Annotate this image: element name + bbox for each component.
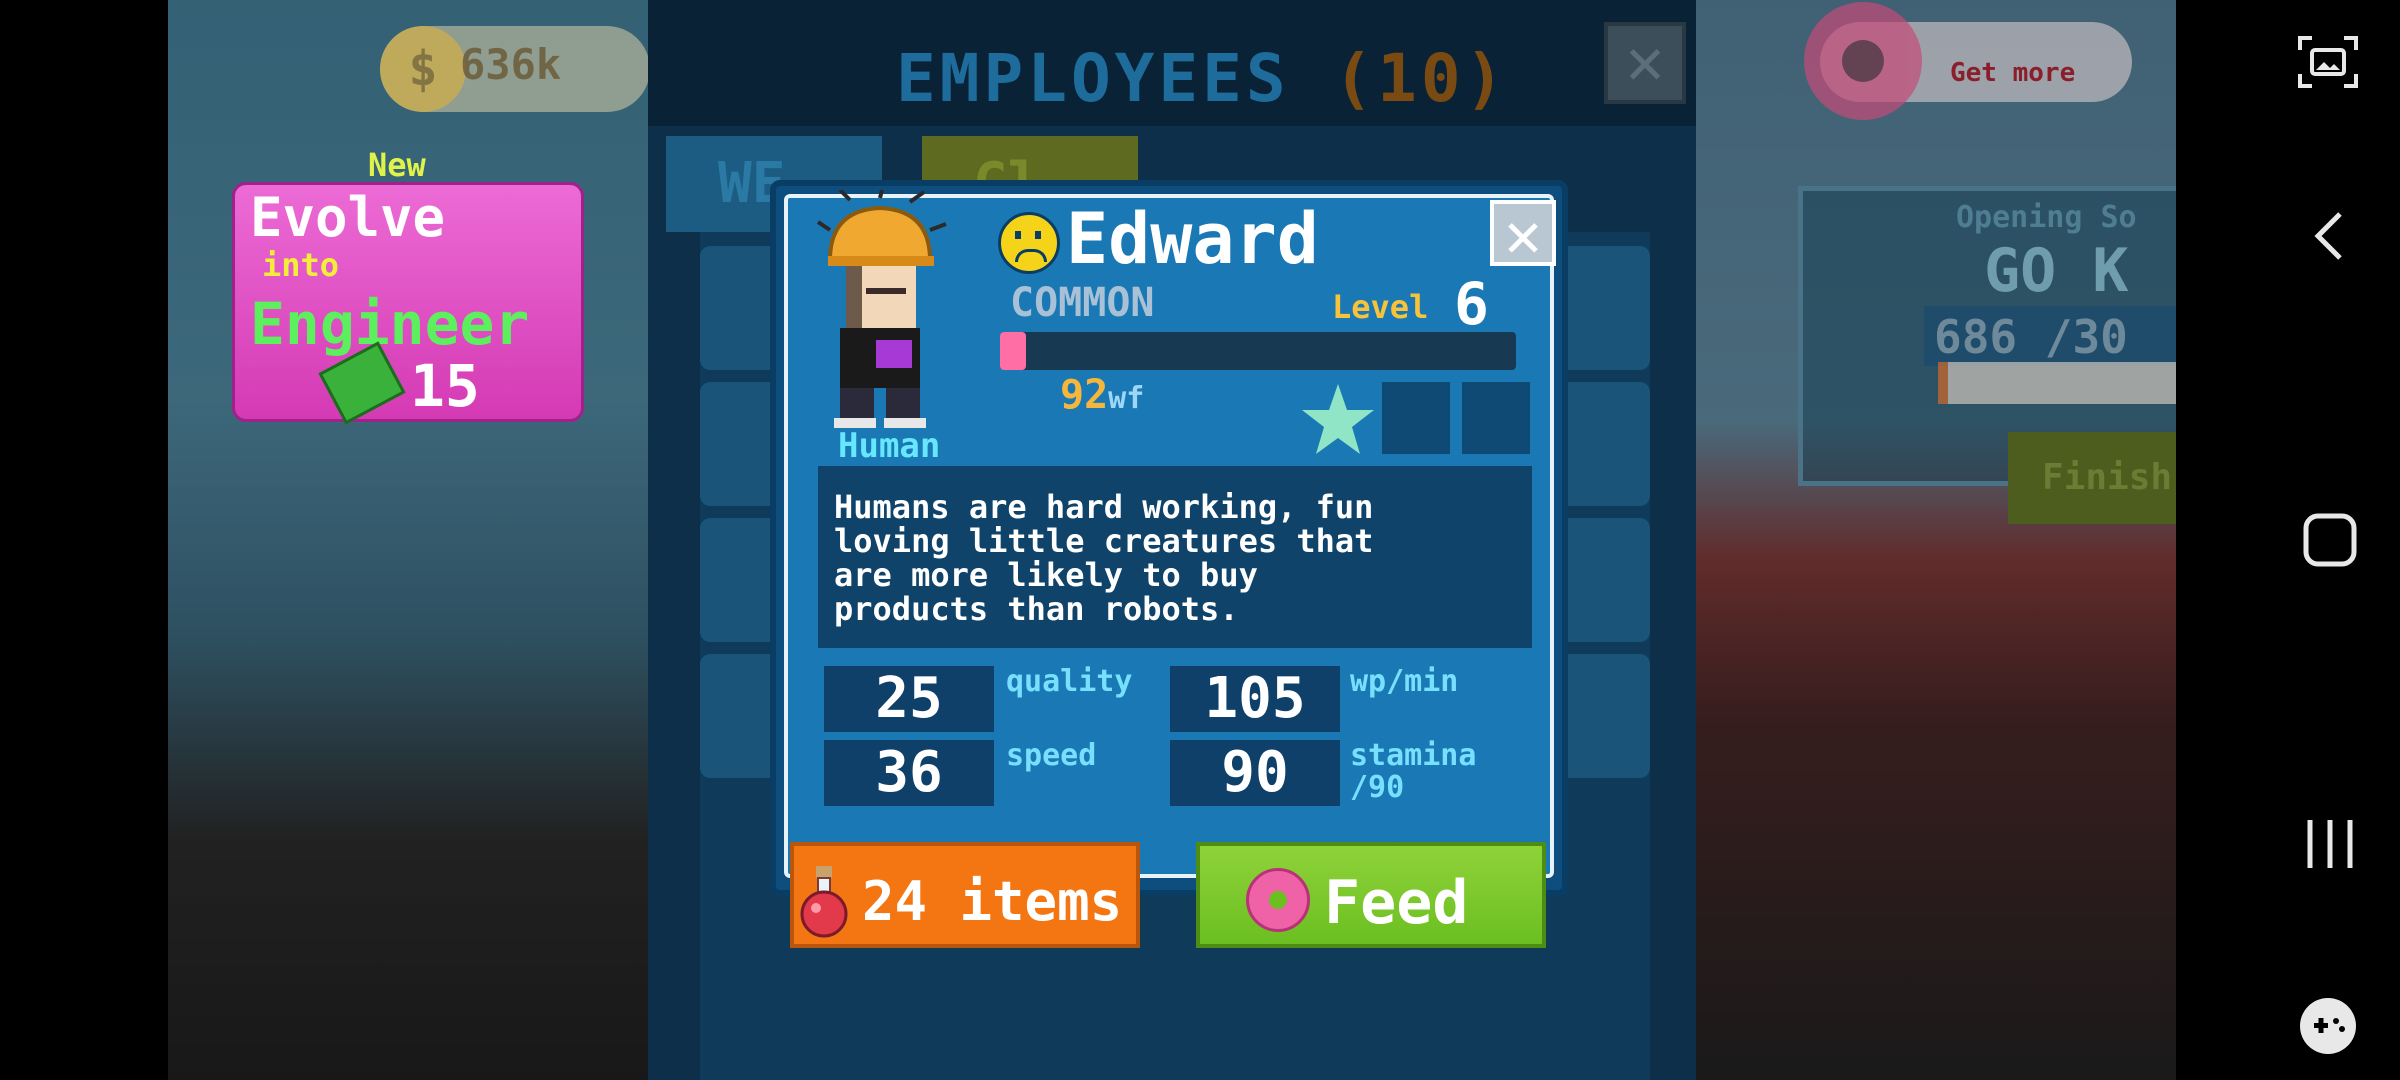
screenshot-icon[interactable] [2296,34,2360,90]
quality-label: quality [1006,664,1133,699]
wpmin-label: wp/min [1350,664,1459,699]
level-value: 6 [1454,270,1489,338]
finish-button[interactable]: Finish [2008,432,2188,524]
evolve-cost: 15 [410,352,480,420]
recents-icon[interactable] [2302,816,2358,872]
wf-stat: 92wf [1060,372,1144,418]
wpmin-value: 105 [1170,666,1340,732]
feed-label[interactable]: Feed [1324,868,1469,938]
game-tools-icon[interactable] [2298,996,2358,1056]
employees-title: EMPLOYEES (10) [896,40,1508,117]
system-nav-bar [2176,0,2400,1080]
employees-count: (10) [1333,40,1509,117]
level-label: Level [1332,288,1429,326]
coin-icon: $ [380,26,466,112]
wf-value: 92 [1060,372,1109,418]
evolve-title: Evolve [250,186,446,249]
employees-close-button[interactable]: ✕ [1604,22,1686,104]
donut-icon [1246,868,1310,932]
get-more-label[interactable]: Get more [1950,58,2075,88]
stamina-value: 90 [1170,740,1340,806]
items-label[interactable]: 24 items [862,870,1122,933]
back-icon[interactable] [2314,210,2344,262]
star-slot-empty [1462,382,1530,454]
wf-unit: wf [1108,381,1145,416]
coin-amount: 636k [460,40,562,89]
potion-icon [800,866,848,938]
employees-title-text: EMPLOYEES [896,40,1290,117]
speed-label: speed [1006,738,1097,773]
home-icon[interactable] [2302,512,2358,568]
employee-portrait [816,190,947,428]
star-icon [1302,384,1374,454]
employee-name: Edward [1066,198,1319,280]
star-slot-empty [1382,382,1450,454]
stamina-label: stamina /90 [1350,738,1477,805]
donut-icon [1804,2,1922,120]
sad-face-icon [998,212,1060,274]
employee-description: Humans are hard working, fun loving litt… [834,488,1374,628]
quality-value: 25 [824,666,994,732]
xp-progress-fill [1000,332,1026,370]
opening-soon-title: Opening So [1956,200,2137,235]
rarity-label: COMMON [1010,280,1155,326]
xp-progress-bar [1000,332,1516,370]
employee-species: Human [838,426,941,466]
evolve-target-class: Engineer [250,290,530,358]
evolve-into-label: into [262,246,340,284]
close-icon[interactable]: ✕ [1490,200,1556,266]
opening-soon-progress: 686 /30 [1934,310,2128,364]
new-badge: New [368,146,426,184]
opening-soon-headline: GO K [1984,236,2129,306]
speed-value: 36 [824,740,994,806]
opening-soon-progress-bar [1938,362,2188,404]
game-scene-right [1692,0,2176,1080]
